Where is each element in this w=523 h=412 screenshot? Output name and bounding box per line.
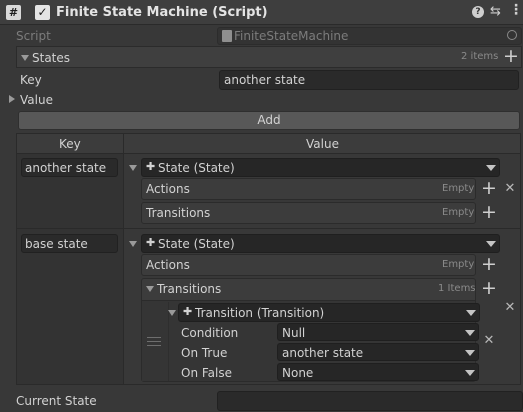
on-false-label: On False [181, 366, 232, 380]
row2-dropdown-caret-icon [486, 241, 496, 247]
key-label: Key [20, 73, 42, 87]
transition-puzzle-icon: ✚ [183, 305, 193, 318]
row-divider [17, 228, 520, 229]
row2-transitions-foldout-icon[interactable] [146, 286, 154, 292]
preset-icon[interactable]: ⇆ [490, 5, 501, 18]
row1-actions-count: Empty [442, 183, 475, 194]
add-button-label: Add [257, 113, 281, 127]
value-foldout-icon[interactable] [9, 95, 15, 103]
column-divider [123, 134, 124, 384]
enabled-checkbox[interactable]: ✓ [35, 5, 50, 20]
transition-remove-icon[interactable]: ✕ [482, 334, 496, 347]
row1-puzzle-icon: ✚ [146, 160, 156, 173]
states-add-icon[interactable]: + [502, 47, 520, 66]
row2-puzzle-icon: ✚ [146, 236, 156, 249]
key-value: another state [224, 73, 306, 87]
row2-transitions-count: 1 Items [438, 283, 476, 294]
script-value: FiniteStateMachine [234, 29, 349, 43]
row1-key-value: another state [25, 161, 107, 175]
states-foldout-icon[interactable] [21, 55, 29, 61]
row1-remove-icon[interactable]: ✕ [503, 182, 517, 195]
on-false-caret-icon [465, 370, 475, 376]
row1-actions-box [141, 178, 476, 200]
row1-dropdown-caret-icon [486, 165, 496, 171]
current-state-label: Current State [16, 394, 97, 408]
more-menu-icon[interactable]: ⋮ [509, 3, 523, 17]
row1-transitions-add-icon[interactable]: + [480, 203, 498, 222]
row2-transitions-label: Transitions [157, 282, 222, 296]
drag-handle-icon[interactable] [147, 337, 161, 346]
key-column-header: Key [59, 137, 81, 151]
on-true-label: On True [181, 346, 228, 360]
row1-foldout-icon[interactable] [129, 165, 137, 171]
row1-type-label: State (State) [158, 161, 235, 175]
row2-key-value: base state [25, 237, 88, 251]
hash-icon: # [6, 5, 21, 20]
row1-actions-label: Actions [146, 182, 190, 196]
row2-actions-label: Actions [146, 258, 190, 272]
current-state-field[interactable] [217, 391, 523, 411]
table-header [17, 134, 520, 154]
on-true-caret-icon [465, 350, 475, 356]
value-label: Value [20, 93, 53, 107]
row1-transitions-label: Transitions [146, 206, 211, 220]
help-icon[interactable]: ? [472, 6, 484, 18]
condition-value: Null [282, 326, 306, 340]
object-picker-icon[interactable] [507, 30, 517, 40]
on-true-value: another state [282, 346, 364, 360]
script-file-icon [222, 30, 232, 42]
row2-actions-box [141, 254, 476, 276]
states-foldout[interactable] [16, 46, 522, 68]
row2-transitions-add-icon[interactable]: + [480, 279, 498, 298]
row2-actions-add-icon[interactable]: + [480, 255, 498, 274]
script-label: Script [16, 29, 51, 43]
row1-transitions-count: Empty [442, 207, 475, 218]
states-count: 2 items [461, 51, 499, 62]
transition-dropdown-caret-icon [466, 310, 476, 316]
transition-type-label: Transition (Transition) [195, 306, 325, 320]
condition-label: Condition [181, 326, 239, 340]
condition-caret-icon [465, 330, 475, 336]
row2-type-label: State (State) [158, 237, 235, 251]
row2-actions-count: Empty [442, 259, 475, 270]
states-label: States [32, 51, 71, 65]
transition-foldout-icon[interactable] [168, 310, 176, 316]
row2-foldout-icon[interactable] [129, 241, 137, 247]
key-column [17, 154, 123, 384]
component-title: Finite State Machine (Script) [56, 5, 268, 20]
on-false-value: None [282, 366, 314, 380]
inspector-panel: # ✓ Finite State Machine (Script) ? ⇆ ⋮ … [0, 0, 523, 412]
value-column-header: Value [306, 137, 339, 151]
row2-remove-icon[interactable]: ✕ [503, 301, 517, 314]
row1-actions-add-icon[interactable]: + [480, 179, 498, 198]
add-button[interactable]: Add [18, 111, 520, 130]
condition-dropdown[interactable] [277, 323, 479, 341]
